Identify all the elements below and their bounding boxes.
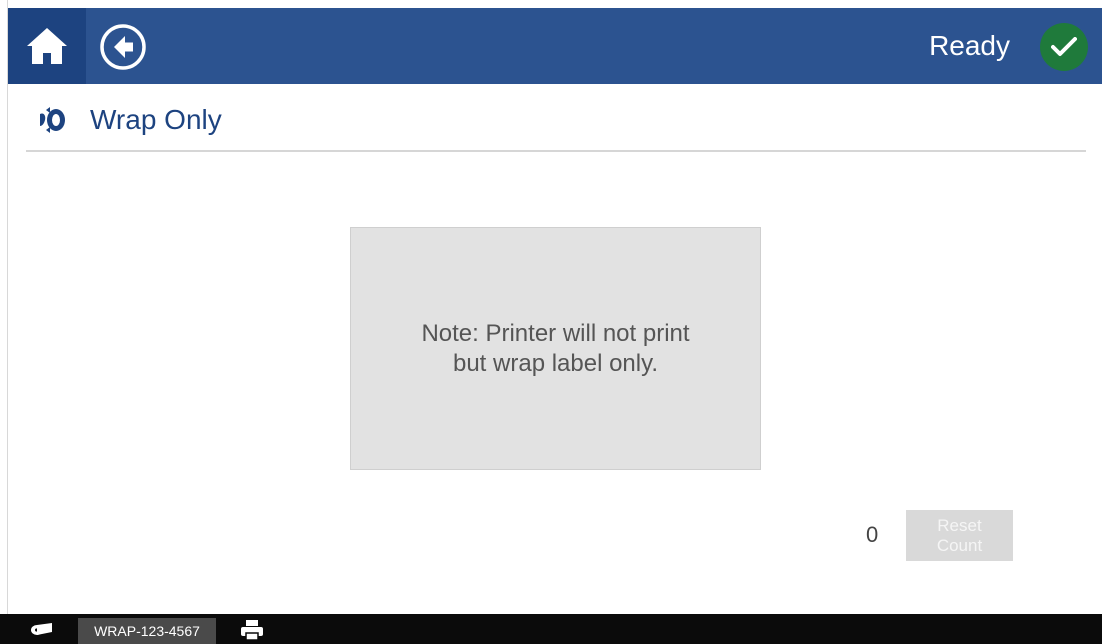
title-divider [26,150,1086,152]
wrap-icon [40,107,65,133]
printer-status-text: Ready [929,30,1010,61]
note-text-line-2: but wrap label only. [452,349,658,377]
status-footer: WRAP-123-4567 [0,614,1102,644]
reset-count-button[interactable]: Reset Count [906,510,1013,561]
back-button[interactable] [98,22,148,72]
status-ok-badge [1040,23,1088,71]
back-arrow-icon [100,24,146,70]
wrap-count-value: 0 [866,522,879,547]
top-bar: Ready [8,8,1102,84]
printer-icon [241,620,263,641]
page-title: Wrap Only [90,104,222,135]
page-header: Wrap Only [36,100,222,140]
note-panel: Note: Printer will not print but wrap la… [350,227,761,470]
checkmark-icon [1051,37,1077,56]
note-text-line-1: Note: Printer will not print [421,319,690,347]
reset-label-line-2: Count [936,535,983,555]
home-icon [27,28,67,64]
home-button[interactable] [8,8,86,84]
label-roll-icon [31,623,52,635]
label-part-number: WRAP-123-4567 [78,618,216,644]
window-frame [0,0,8,644]
reset-label-line-1: Reset [937,515,982,535]
